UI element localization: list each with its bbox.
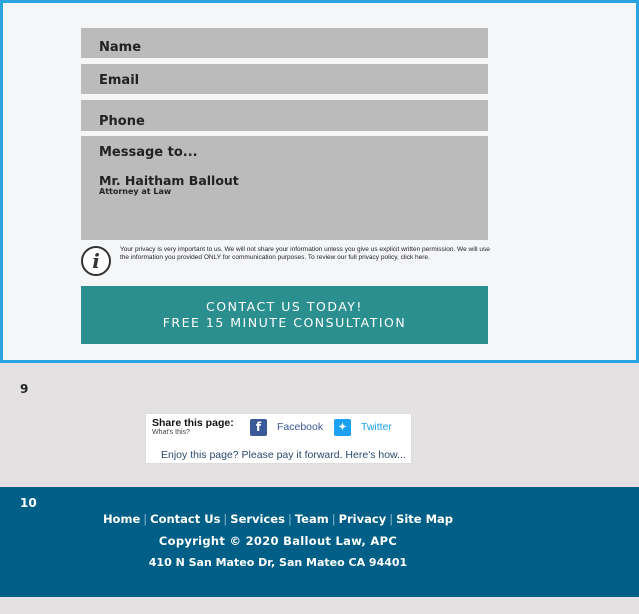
name-placeholder: Name: [99, 40, 142, 55]
attorney-name: Mr. Haitham Ballout: [99, 173, 239, 188]
separator: |: [223, 512, 228, 526]
footer-link-services[interactable]: Services: [230, 512, 285, 526]
contact-submit-button[interactable]: CONTACT US TODAY! FREE 15 MINUTE CONSULT…: [81, 286, 488, 344]
footer-link-privacy[interactable]: Privacy: [339, 512, 387, 526]
twitter-icon: ✦: [334, 418, 351, 436]
email-placeholder: Email: [99, 73, 140, 88]
twitter-share-button[interactable]: ✦ Twitter: [334, 418, 392, 436]
message-placeholder: Message to...: [99, 145, 198, 160]
info-icon: i: [81, 246, 111, 276]
separator: |: [287, 512, 292, 526]
facebook-label: Facebook: [277, 421, 324, 433]
separator: |: [143, 512, 148, 526]
twitter-label: Twitter: [361, 421, 392, 433]
pay-it-forward-link[interactable]: Enjoy this page? Please pay it forward. …: [161, 449, 406, 461]
address: 410 N San Mateo Dr, San Mateo CA 94401: [148, 556, 408, 569]
attorney-title: Attorney at Law: [99, 187, 172, 196]
footer-link-home[interactable]: Home: [103, 512, 140, 526]
copyright: Copyright © 2020 Ballout Law, APC: [158, 534, 398, 548]
phone-placeholder: Phone: [99, 114, 145, 129]
name-field[interactable]: Name: [81, 28, 488, 58]
footer-link-team[interactable]: Team: [295, 512, 329, 526]
separator: |: [389, 512, 394, 526]
footer-link-sitemap[interactable]: Site Map: [396, 512, 453, 526]
footer-link-contact[interactable]: Contact Us: [150, 512, 220, 526]
share-label: Share this page:: [152, 417, 234, 429]
section-number-10: 10: [20, 496, 37, 510]
site-footer: 10 Home | Contact Us | Services | Team | Privacy…: [0, 487, 639, 597]
share-widget: Share this page: What's this? f Facebook…: [145, 413, 412, 464]
privacy-notice[interactable]: Your privacy is very important to us. We…: [120, 246, 490, 262]
separator: |: [331, 512, 336, 526]
cta-line-1: CONTACT US TODAY!: [206, 299, 363, 314]
facebook-share-button[interactable]: f Facebook: [250, 418, 323, 436]
section-number-9: 9: [20, 382, 29, 396]
cta-line-2: FREE 15 MINUTE CONSULTATION: [162, 315, 407, 330]
email-field[interactable]: Email: [81, 64, 488, 94]
footer-nav: Home | Contact Us | Services | Team | Privacy | Si…: [0, 512, 556, 526]
message-field[interactable]: Message to... Mr. Haitham Ballout Attorn…: [81, 136, 488, 240]
whats-this-link[interactable]: What's this?: [152, 429, 190, 436]
contact-form-section: Name Email Phone Message to... Mr. Haith…: [0, 0, 639, 363]
phone-field[interactable]: Phone: [81, 100, 488, 131]
facebook-icon: f: [250, 418, 267, 436]
